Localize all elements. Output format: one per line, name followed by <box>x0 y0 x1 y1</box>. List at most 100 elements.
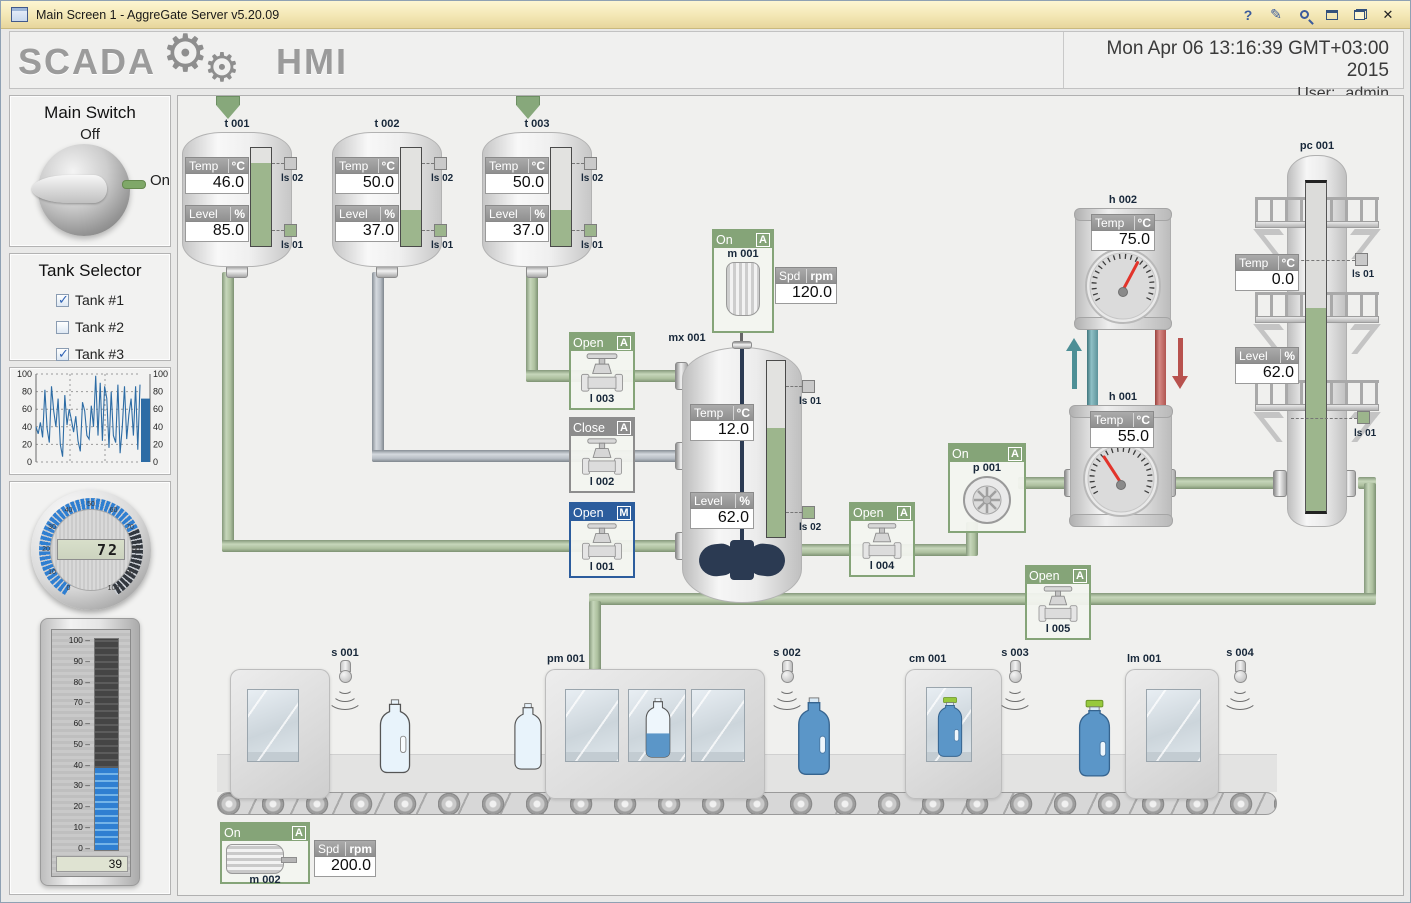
tank1-label: t 001 <box>207 118 267 130</box>
main-switch-title: Main Switch <box>10 103 170 123</box>
sensor-link <box>572 230 584 231</box>
capped-bottle <box>1074 699 1115 780</box>
capping-machine-cm001 <box>905 669 1002 799</box>
sensor-link <box>786 386 802 387</box>
tank2-ls01-sensor <box>434 224 447 237</box>
mixer-ls01-label: ls 01 <box>799 396 821 407</box>
h002-label: h 002 <box>1098 194 1148 206</box>
tank3-label: t 003 <box>507 118 567 130</box>
column-ls01-top-sensor <box>1355 253 1368 266</box>
help-button[interactable]: ? <box>1236 5 1260 25</box>
flange <box>1273 470 1287 497</box>
datetime-panel: Mon Apr 06 13:16:39 GMT+03:00 2015 User:… <box>1063 32 1403 88</box>
main-switch-indicator <box>122 180 146 189</box>
tank2-level-bar <box>400 147 422 247</box>
sensor-link <box>786 512 802 513</box>
close-button[interactable]: ✕ <box>1376 5 1400 25</box>
thermometer-fill <box>95 768 118 850</box>
propeller-hub <box>730 540 754 580</box>
tank2-row[interactable]: Tank #2 <box>10 319 170 335</box>
valve-icon <box>578 352 626 393</box>
column-label: pc 001 <box>1292 140 1342 152</box>
motor-icon <box>226 844 284 874</box>
machine-window <box>247 689 299 762</box>
zoom-button[interactable] <box>1292 5 1316 25</box>
tank1-checkbox[interactable] <box>56 294 69 307</box>
svg-text:20: 20 <box>153 439 163 449</box>
window-title: Main Screen 1 - AggreGate Server v5.20.0… <box>36 8 279 22</box>
title-bar[interactable]: Main Screen 1 - AggreGate Server v5.20.0… <box>1 1 1410 29</box>
sensor-link <box>272 230 284 231</box>
valve-l001[interactable]: OpenM l 001 <box>569 502 635 578</box>
tank1-level-display: Level% 85.0 <box>185 205 249 242</box>
header: SCADA ⚙ ⚙ HMI Mon Apr 06 13:16:39 GMT+03… <box>9 31 1404 89</box>
maximize-icon <box>1326 10 1338 20</box>
edit-button[interactable]: ✎ <box>1264 5 1288 25</box>
tank2-label: t 002 <box>357 118 417 130</box>
tank3 <box>482 132 592 267</box>
machine-window <box>691 689 745 762</box>
svg-text:40: 40 <box>22 422 32 432</box>
logo-scada-text: SCADA <box>18 41 156 83</box>
tank3-ls01-sensor <box>584 224 597 237</box>
mixer-ls02-sensor <box>802 506 815 519</box>
tank3-level-bar <box>550 147 572 247</box>
valve-icon <box>1034 585 1082 623</box>
valve-l005[interactable]: OpenA l 005 <box>1025 565 1091 640</box>
main-switch-on-label: On <box>150 172 170 189</box>
datetime-text: Mon Apr 06 13:16:39 GMT+03:00 2015 <box>1064 38 1389 82</box>
trend-chart-panel: 100 80 60 40 20 0 100 80 60 40 20 0 <box>9 367 171 475</box>
column-level-tube <box>1305 180 1327 514</box>
thermometer-body: 10090 8070 6050 4030 2010 0 39 <box>51 629 131 877</box>
thermometer-value: 39 <box>56 856 128 872</box>
thermometer-scale: 10090 8070 6050 4030 2010 0 <box>54 636 90 852</box>
tank2-level-display: Level% 37.0 <box>335 205 399 242</box>
gauge-tick-labels: 0102030405060708090100 <box>31 490 151 610</box>
pipe <box>372 272 384 462</box>
restore-button[interactable] <box>1348 5 1372 25</box>
restore-icon <box>1354 9 1367 20</box>
tank2-checkbox[interactable] <box>56 321 69 334</box>
valve-icon <box>578 437 626 476</box>
tank3-row[interactable]: Tank #3 <box>10 346 170 362</box>
svg-text:20: 20 <box>22 439 32 449</box>
trend-chart: 100 80 60 40 20 0 100 80 60 40 20 0 <box>10 368 170 474</box>
tank3-ls01-label: ls 01 <box>581 240 603 251</box>
valve-icon <box>578 522 626 561</box>
m002-speed-display: Spdrpm 200.0 <box>314 840 376 877</box>
thermometer: 10090 8070 6050 4030 2010 0 39 <box>40 618 140 886</box>
tank1-row[interactable]: Tank #1 <box>10 292 170 308</box>
pipe <box>222 272 234 552</box>
valve-l003[interactable]: OpenA l 003 <box>569 332 635 410</box>
auto-mode-badge: A <box>617 421 631 435</box>
svg-text:80: 80 <box>22 387 32 397</box>
h001-gauge <box>1081 439 1161 519</box>
pump-p001[interactable]: OnA p 001 <box>948 443 1026 533</box>
pipe <box>1364 483 1376 601</box>
machine-window <box>628 689 686 762</box>
close-icon: ✕ <box>1383 7 1394 23</box>
svg-text:0: 0 <box>27 457 32 467</box>
conveyor-motor-m002[interactable]: OnA m 002 <box>220 822 310 884</box>
circular-gauge: 72 0102030405060708090100 <box>31 490 151 610</box>
valve-icon <box>858 522 906 560</box>
auto-mode-badge: A <box>756 233 770 247</box>
column-ls01-bottom-sensor <box>1357 411 1370 424</box>
maximize-button[interactable] <box>1320 5 1344 25</box>
valve-l004[interactable]: OpenA l 004 <box>849 502 915 577</box>
valve-l002[interactable]: CloseA l 002 <box>569 417 635 493</box>
thermometer-track <box>94 638 119 851</box>
mixer-motor-m001[interactable]: OnA m 001 <box>712 229 774 333</box>
tank3-checkbox[interactable] <box>56 348 69 361</box>
tank1-ls02-sensor <box>284 157 297 170</box>
tank-selector-panel: Tank Selector Tank #1 Tank #2 Tank #3 <box>9 253 171 361</box>
main-switch-knob[interactable] <box>38 144 130 236</box>
flow-down-arrow <box>1172 338 1188 389</box>
tank3-feed-arrow <box>516 96 540 119</box>
tank3-temp-display: Temp°C 50.0 <box>485 157 549 194</box>
tank1-ls01-label: ls 01 <box>281 240 303 251</box>
tank3-level-display: Level% 37.0 <box>485 205 549 242</box>
svg-text:100: 100 <box>153 369 168 379</box>
svg-text:100: 100 <box>17 369 32 379</box>
tank1-temp-display: Temp°C 46.0 <box>185 157 249 194</box>
